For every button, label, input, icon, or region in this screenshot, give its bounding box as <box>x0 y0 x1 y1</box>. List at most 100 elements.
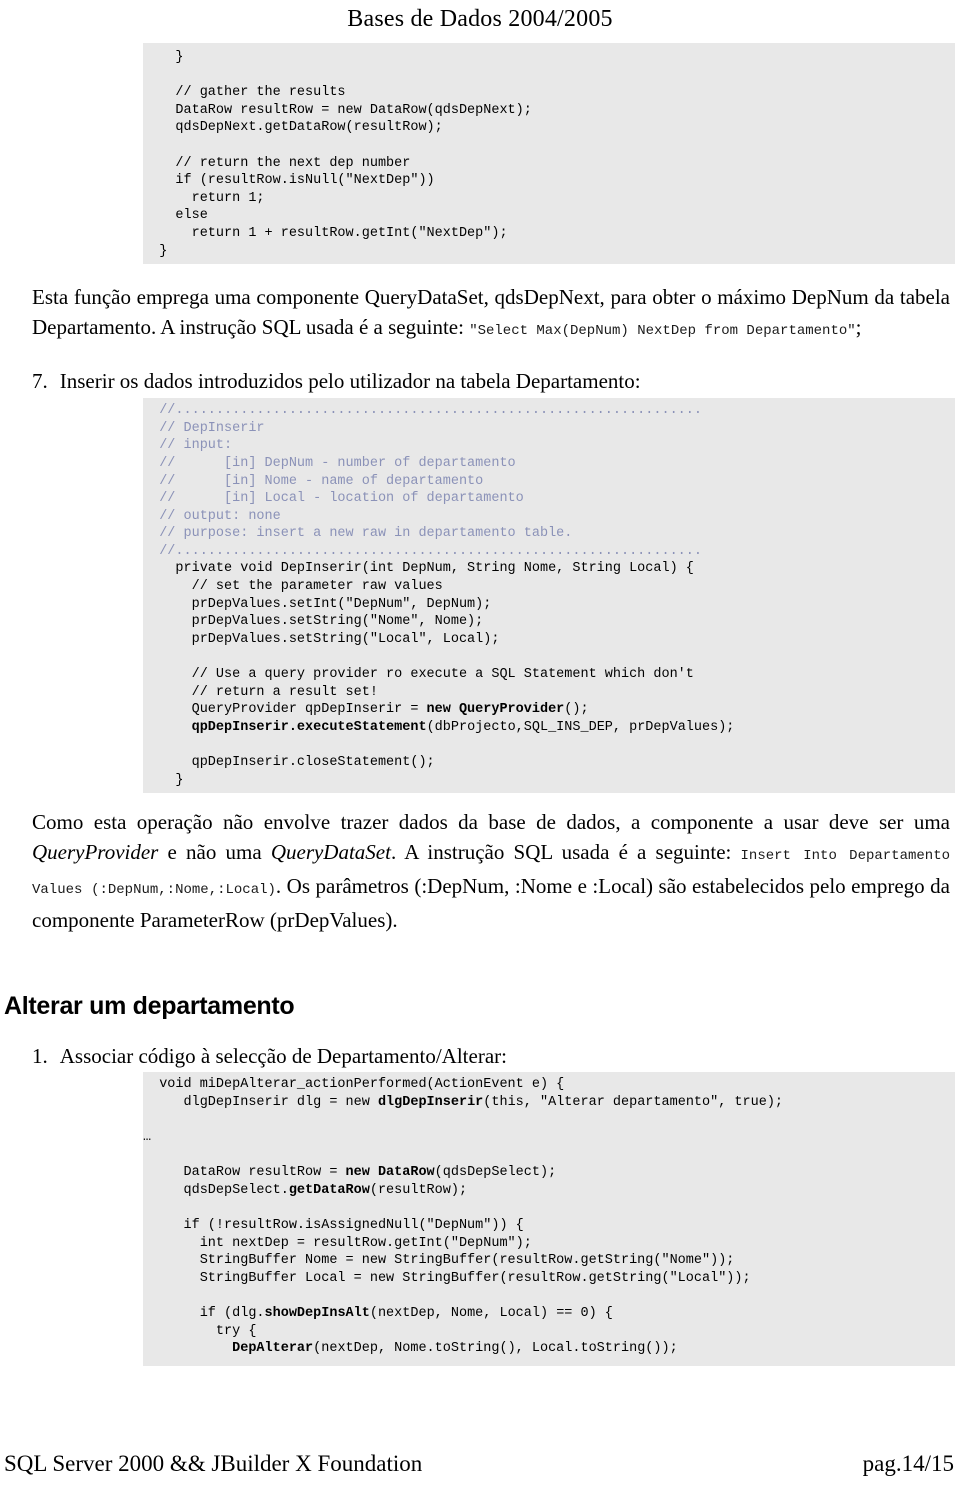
code-text: (); <box>564 702 589 718</box>
paragraph-1-part-2: ; <box>855 315 862 340</box>
code-text: if (resultRow.isNull("NextDep")) <box>143 173 435 189</box>
code-block-depnext: } // gather the results DataRow resultRo… <box>143 43 955 265</box>
code-text: DataRow resultRow = new DataRow(qdsDepNe… <box>143 102 532 118</box>
list-item-1-text: Associar código à selecção de Departamen… <box>59 1044 507 1069</box>
code-line: DataRow resultRow = new DataRow(qdsDepNe… <box>143 102 955 120</box>
inline-sql-select: "Select Max(DepNum) NextDep from Departa… <box>469 323 856 340</box>
code-text: qdsDepNext.getDataRow(resultRow); <box>143 120 443 136</box>
code-text: // Use a query provider ro execute a SQL… <box>143 667 694 683</box>
code-line: else <box>143 207 955 225</box>
code-keyword: new QueryProvider <box>426 702 565 718</box>
code-line: // Use a query provider ro execute a SQL… <box>143 666 955 684</box>
code-line: // [in] DepNum - number of departamento <box>143 455 955 473</box>
code-line: //......................................… <box>143 543 955 561</box>
code-text: } <box>143 243 168 259</box>
code-text: (qdsDepSelect); <box>434 1165 557 1181</box>
list-item-7-number: 7. <box>32 369 48 394</box>
paragraph-2-part-2: e não uma <box>158 840 271 865</box>
list-item-7: 7. Inserir os dados introduzidos pelo ut… <box>32 368 950 394</box>
code-text: (nextDep, Nome.toString(), Local.toStrin… <box>313 1341 678 1357</box>
paragraph-2-part-1: Como esta operação não envolve trazer da… <box>32 810 950 835</box>
code-comment: // output: none <box>143 508 281 524</box>
code-comment: //......................................… <box>143 403 702 419</box>
code-line: prDepValues.setString("Nome", Nome); <box>143 613 955 631</box>
code-line: qpDepInserir.executeStatement(dbProjecto… <box>143 719 955 737</box>
list-item-7-text: Inserir os dados introduzidos pelo utili… <box>59 369 641 394</box>
code-text: qpDepInserir.closeStatement(); <box>143 755 435 770</box>
code-text: try { <box>143 1323 257 1339</box>
code-text: dlgDepInserir dlg = new <box>143 1094 378 1110</box>
code-line: QueryProvider qpDepInserir = new QueryPr… <box>143 701 955 719</box>
code-keyword: showDepInsAlt <box>264 1305 370 1321</box>
code-line: qpDepInserir.closeStatement(); <box>143 754 955 772</box>
paragraph-2-italic-querydataset: QueryDataSet <box>270 840 391 865</box>
code-text: } <box>143 50 184 65</box>
code-line: DataRow resultRow = new DataRow(qdsDepSe… <box>143 1164 955 1182</box>
footer-page-number: pag.14/15 <box>862 1451 954 1476</box>
code-text: // set the parameter raw values <box>143 579 443 595</box>
code-text: return 1 + resultRow.getInt("NextDep"); <box>143 225 508 241</box>
footer-left-text: SQL Server 2000 && JBuilder X Foundation <box>4 1451 423 1476</box>
code-line: qdsDepSelect.getDataRow(resultRow); <box>143 1182 955 1200</box>
code-line: // return the next dep number <box>143 155 955 173</box>
code-line: if (dlg.showDepInsAlt(nextDep, Nome, Loc… <box>143 1305 955 1323</box>
code-comment: // purpose: insert a new raw in departam… <box>143 526 573 542</box>
code-text: return 1; <box>143 190 265 206</box>
code-comment: // [in] Nome - name of departamento <box>143 473 484 489</box>
code-line: } <box>143 772 955 790</box>
list-item-1: 1. Associar código à selecção de Departa… <box>32 1043 950 1069</box>
code-comment: // [in] Local - location of departamento <box>143 491 524 507</box>
code-line: // DepInserir <box>143 420 955 438</box>
vertical-spacer <box>0 935 960 991</box>
code-line: // return a result set! <box>143 684 955 702</box>
code-line: if (!resultRow.isAssignedNull("DepNum"))… <box>143 1217 955 1235</box>
code-line: prDepValues.setInt("DepNum", DepNum); <box>143 596 955 614</box>
code-comment: // [in] DepNum - number of departamento <box>143 455 516 471</box>
page-title: Bases de Dados 2004/2005 <box>347 6 613 32</box>
section-heading-alterar: Alterar um departamento <box>4 992 295 1021</box>
code-keyword: DepAlterar <box>232 1341 314 1357</box>
code-text: if (dlg. <box>143 1305 265 1321</box>
code-line: qdsDepNext.getDataRow(resultRow); <box>143 119 955 137</box>
code-keyword: getDataRow <box>288 1182 370 1198</box>
code-line: return 1 + resultRow.getInt("NextDep"); <box>143 225 955 243</box>
code-line: private void DepInserir(int DepNum, Stri… <box>143 560 955 578</box>
paragraph-2-italic-queryprovider: QueryProvider <box>32 840 159 865</box>
code-line: if (resultRow.isNull("NextDep")) <box>143 172 955 190</box>
list-item-1-number: 1. <box>32 1044 48 1069</box>
code-text: StringBuffer Local = new StringBuffer(re… <box>143 1270 751 1286</box>
code-text: (dbProjecto,SQL_INS_DEP, prDepValues); <box>426 719 735 735</box>
code-line: try { <box>143 1323 955 1341</box>
code-comment: // DepInserir <box>143 420 265 436</box>
code-line: // gather the results <box>143 84 955 102</box>
code-text: DataRow resultRow = <box>143 1165 346 1181</box>
paragraph-querydataset: Esta função emprega uma componente Query… <box>32 282 950 346</box>
code-line: DepAlterar(nextDep, Nome.toString(), Loc… <box>143 1340 955 1358</box>
code-line: // purpose: insert a new raw in departam… <box>143 525 955 543</box>
code-comment: // input: <box>143 438 233 454</box>
code-keyword: dlgDepInserir <box>377 1094 484 1110</box>
code-text: // return the next dep number <box>143 155 411 171</box>
code-line: prDepValues.setString("Local", Local); <box>143 631 955 649</box>
code-text: prDepValues.setInt("DepNum", DepNum); <box>143 596 492 612</box>
code-line: StringBuffer Local = new StringBuffer(re… <box>143 1270 955 1288</box>
code-text: QueryProvider qpDepInserir = <box>143 702 427 718</box>
code-line: int nextDep = resultRow.getInt("DepNum")… <box>143 1235 955 1253</box>
code-line: // [in] Nome - name of departamento <box>143 473 955 491</box>
code-text: int nextDep = resultRow.getInt("DepNum")… <box>143 1235 532 1251</box>
code-line: // input: <box>143 437 955 455</box>
code-line: } <box>143 243 955 261</box>
code-line: return 1; <box>143 190 955 208</box>
code-block-depinserir: //......................................… <box>143 398 955 794</box>
code-line: StringBuffer Nome = new StringBuffer(res… <box>143 1252 955 1270</box>
code-line: } <box>143 49 955 67</box>
paragraph-queryprovider: Como esta operação não envolve trazer da… <box>32 807 950 935</box>
code-line: dlgDepInserir dlg = new dlgDepInserir(th… <box>143 1094 955 1112</box>
